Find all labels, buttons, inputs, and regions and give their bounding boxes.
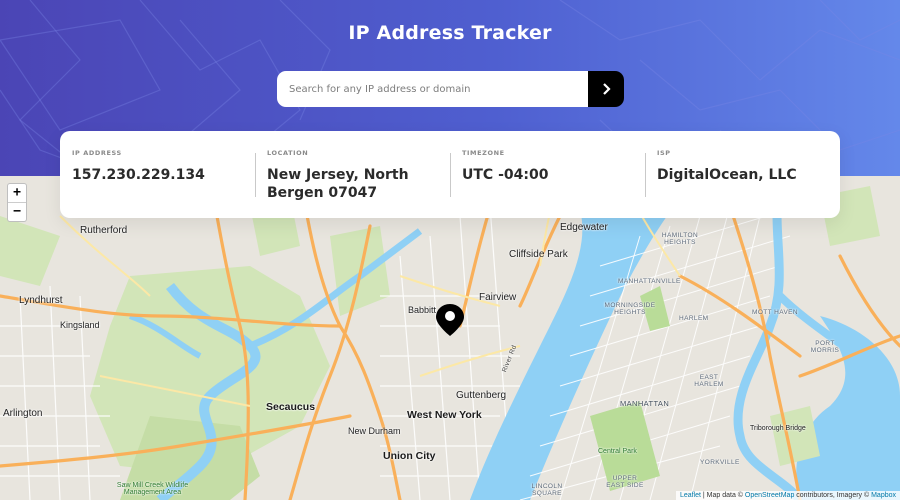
timezone-panel: TIMEZONE UTC -04:00 [450,131,645,218]
map-label-manhattanville: MANHATTANVILLE [618,278,681,285]
map-label-morningside-heights: MORNINGSIDE HEIGHTS [604,302,656,316]
map-label-upper-east-side: UPPER EAST SIDE [606,475,644,489]
map-label-west-new-york: West New York [407,409,482,421]
map-label-kingsland: Kingsland [60,320,100,330]
zoom-in-button[interactable]: + [8,184,26,202]
map-label-triborough-bridge: Triborough Bridge [750,425,806,432]
map-label-lyndhurst: Lyndhurst [19,295,63,306]
location-value: New Jersey, North Bergen 07047 [267,167,409,201]
map-label-port-morris: PORT MORRIS [810,340,840,354]
zoom-out-button[interactable]: − [8,202,26,220]
map-label-rutherford: Rutherford [80,225,128,236]
map-attribution: Leaflet | Map data © OpenStreetMap contr… [675,491,900,500]
map-label-edgewater: Edgewater [560,222,608,233]
isp-panel: ISP DigitalOcean, LLC [645,131,840,218]
isp-label: ISP [657,149,671,157]
map-tiles [0,176,900,500]
search-submit-button[interactable] [588,71,624,107]
map-label-cliffside-park: Cliffside Park [509,249,568,260]
map-label-saw-mill: Saw Mill Creek Wildlife Management Area [116,482,189,496]
isp-value: DigitalOcean, LLC [657,167,797,183]
map-label-guttenberg: Guttenberg [456,390,507,401]
map-label-east-harlem: EAST HARLEM [694,374,724,388]
location-label: LOCATION [267,149,309,157]
page-title: IP Address Tracker [348,22,552,44]
map-label-hamilton-heights: HAMILTON HEIGHTS [661,232,699,246]
map-label-new-durham: New Durham [348,426,401,436]
search-input[interactable] [277,71,588,107]
map-label-secaucus: Secaucus [266,401,316,413]
openstreetmap-link[interactable]: OpenStreetMap [745,492,794,499]
location-pin-icon[interactable] [435,303,465,337]
map-label-mott-haven: MOTT HAVEN [752,309,799,316]
map-label-fairview: Fairview [479,292,517,303]
map-label-yorkville: YORKVILLE [700,459,740,466]
search-bar [277,71,624,107]
leaflet-link[interactable]: Leaflet [680,492,701,499]
ip-info-card: IP ADDRESS 157.230.229.134 LOCATION New … [60,131,840,218]
location-panel: LOCATION New Jersey, North Bergen 07047 [255,131,450,218]
ip-address-panel: IP ADDRESS 157.230.229.134 [60,131,255,218]
map-label-lincoln-square: LINCOLN SQUARE [531,483,563,497]
map-view[interactable]: Rutherford Lyndhurst Kingsland Arlington… [0,176,900,500]
map-label-arlington: Arlington [3,408,43,419]
ip-address-label: IP ADDRESS [72,149,122,157]
attribution-text-2: contributors, Imagery © [794,492,872,499]
map-label-babbitt: Babbitt [408,305,437,315]
map-label-union-city: Union City [383,450,436,462]
zoom-control: + − [7,183,27,222]
map-label-harlem: HARLEM [679,315,709,322]
mapbox-link[interactable]: Mapbox [871,492,896,499]
chevron-right-icon [603,83,611,95]
timezone-label: TIMEZONE [462,149,505,157]
ip-address-value: 157.230.229.134 [72,167,205,183]
map-label-central-park: Central Park [598,448,637,455]
map-label-manhattan: MANHATTAN [620,399,670,408]
timezone-value: UTC -04:00 [462,167,549,183]
attribution-text-1: | Map data © [700,492,745,499]
